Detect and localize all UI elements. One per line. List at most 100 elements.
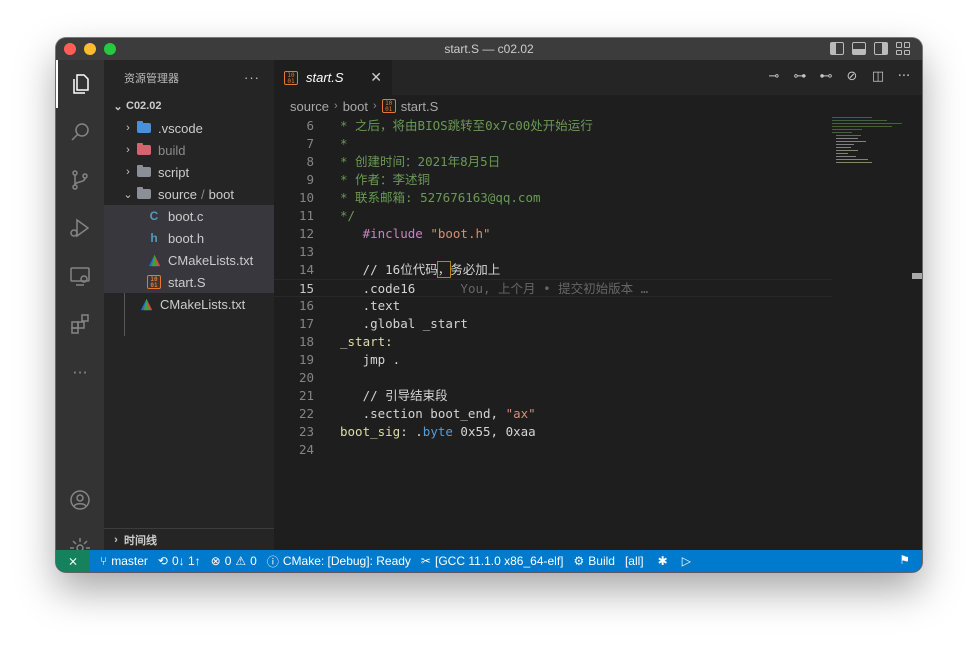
tree-item-vscode[interactable]: › .vscode (104, 117, 274, 139)
line-number: 6 (306, 118, 314, 133)
feedback-icon[interactable]: ⚑ (899, 553, 910, 567)
toggle-panel-icon[interactable] (852, 42, 866, 55)
code-line[interactable]: 23 boot_sig: .byte 0x55, 0xaa (274, 423, 832, 441)
toggle-sidebar-icon[interactable] (830, 42, 844, 55)
code-line[interactable]: 14 // 16位代码，务必加上 (274, 261, 832, 279)
explorer-icon[interactable] (56, 60, 104, 108)
accounts-icon[interactable] (56, 476, 104, 524)
code-line[interactable]: 17 .global _start (274, 315, 832, 333)
line-number: 24 (298, 442, 314, 457)
breadcrumb-source[interactable]: source (290, 99, 329, 114)
tree-item-script[interactable]: › script (104, 161, 274, 183)
explorer-more-actions[interactable]: ··· (244, 70, 260, 85)
tree-item-cmakelists-root[interactable]: CMakeLists.txt (104, 293, 274, 315)
source-control-icon[interactable] (56, 156, 104, 204)
minimap-line (836, 135, 861, 136)
build-button[interactable]: ⚙ Build (574, 554, 615, 568)
search-icon[interactable] (56, 108, 104, 156)
cmake-status[interactable]: ⓘ CMake: [Debug]: Ready (267, 553, 411, 570)
toggle-secondary-sidebar-icon[interactable] (874, 42, 888, 55)
more-views-icon[interactable]: ··· (56, 348, 104, 396)
code-text: _start: (340, 334, 393, 349)
code-line[interactable]: 8 * 创建时间：2021年8月5日 (274, 153, 832, 171)
tree-item-cmakelists-boot[interactable]: CMakeLists.txt (104, 249, 274, 271)
extensions-icon[interactable] (56, 300, 104, 348)
line-number: 18 (298, 334, 314, 349)
close-tab-icon[interactable]: ✕ (370, 69, 382, 86)
code-line[interactable]: 21 // 引导结束段 (274, 387, 832, 405)
tree-item-label: script (158, 164, 190, 180)
scrollbar-marker[interactable] (912, 273, 922, 279)
code-line[interactable]: 13 (274, 243, 832, 261)
tree-item-source-boot[interactable]: ⌄ source / boot (104, 183, 274, 205)
minimap-line (836, 138, 858, 139)
line-number: 13 (298, 244, 314, 259)
code-line[interactable]: 19 jmp . (274, 351, 832, 369)
minimap-line (832, 132, 852, 133)
code-line[interactable]: 16 .text (274, 297, 832, 315)
explorer-header: 资源管理器 ··· (104, 60, 274, 95)
sync-indicator[interactable]: ⟲ 0↓ 1↑ (158, 554, 201, 568)
breadcrumb-boot[interactable]: boot (343, 99, 368, 114)
workspace-root[interactable]: ⌄ C02.02 (104, 95, 274, 117)
tree-item-boot-c[interactable]: C boot.c (104, 205, 274, 227)
code-line[interactable]: 6 * 之后，将由BIOS跳转至0x7c00处开始运行 (274, 117, 832, 135)
code-line[interactable]: 15 .code16 You, 上个月 • 提交初始版本 … (274, 279, 832, 297)
tree-item-build[interactable]: › build (104, 139, 274, 161)
chevron-down-icon: ⌄ (113, 100, 123, 113)
code-line[interactable]: 11 */ (274, 207, 832, 225)
explorer-sidebar: 资源管理器 ··· ⌄ C02.02 › .vscode › build › s… (104, 60, 274, 550)
tree-item-label: boot.h (168, 230, 205, 246)
more-actions-icon[interactable]: ··· (896, 69, 912, 84)
split-editor-icon[interactable]: ◫ (870, 69, 886, 84)
tree-item-boot-h[interactable]: h boot.h (104, 227, 274, 249)
run-debug-icon[interactable] (56, 204, 104, 252)
minimap-line (836, 156, 856, 157)
gear-icon: ⚙ (573, 554, 585, 568)
timeline-label: 时间线 (124, 534, 157, 547)
code-line[interactable]: 12 #include "boot.h" (274, 225, 832, 243)
remote-indicator-icon[interactable]: ⨯ (56, 550, 90, 572)
cmake-kit[interactable]: ✂ [GCC 11.1.0 x86_64-elf] (421, 554, 564, 568)
build-label: Build (588, 554, 615, 568)
build-target[interactable]: [all] (625, 554, 644, 568)
line-number: 12 (298, 226, 314, 241)
remote-explorer-icon[interactable] (56, 252, 104, 300)
line-number: 17 (298, 316, 314, 331)
cmake-status-label: CMake: [Debug]: Ready (282, 554, 411, 568)
code-text: * 作者：李述铜 (340, 172, 431, 187)
code-text: .text (340, 298, 401, 313)
code-line[interactable]: 22 .section boot_end, "ax" (274, 405, 832, 423)
chevron-right-icon: › (126, 122, 130, 134)
tab-start-s[interactable]: 10 01 start.S ✕ (274, 60, 392, 95)
branch-indicator[interactable]: ⑂ master (100, 554, 148, 568)
customize-layout-icon[interactable] (896, 42, 910, 55)
layout-controls (830, 42, 910, 55)
info-icon: ⓘ (266, 554, 279, 569)
timeline-section[interactable]: › 时间线 (104, 528, 274, 550)
git-compare-icon[interactable]: ⊸ (766, 69, 782, 84)
code-editor[interactable]: 6 * 之后，将由BIOS跳转至0x7c00处开始运行 7 * 8 * 创建时间：2021… (274, 117, 832, 550)
asm-file-icon: 10 01 (381, 99, 396, 113)
asm-file-icon: 10 01 (284, 70, 298, 85)
git-next-icon[interactable]: ⊷ (818, 69, 834, 84)
editor-actions: ⊸ ⊶ ⊷ ⊘ ◫ ··· (766, 69, 912, 84)
tree-item-start-s[interactable]: 10 01 start.S (104, 271, 274, 293)
breadcrumb: source › boot › 10 01 start.S (274, 95, 922, 117)
run-icon[interactable]: ▷ (682, 554, 691, 568)
code-line[interactable]: 10 * 联系邮箱: 527676163@qq.com (274, 189, 832, 207)
open-changes-icon[interactable]: ⊘ (844, 69, 860, 84)
minimap[interactable] (832, 117, 908, 177)
problems-indicator[interactable]: ⊗ 0 ⚠ 0 (211, 554, 257, 568)
code-line[interactable]: 18 _start: (274, 333, 832, 351)
debug-icon[interactable]: ✱ (658, 554, 668, 568)
minimap-line (836, 141, 866, 142)
code-line[interactable]: 9 * 作者：李述铜 (274, 171, 832, 189)
code-line[interactable]: 7 * (274, 135, 832, 153)
git-previous-icon[interactable]: ⊶ (792, 69, 808, 84)
line-number: 8 (306, 154, 314, 169)
breadcrumb-file[interactable]: start.S (401, 99, 439, 114)
tab-label: start.S (306, 70, 344, 85)
code-line[interactable]: 24 (274, 441, 832, 459)
code-line[interactable]: 20 (274, 369, 832, 387)
